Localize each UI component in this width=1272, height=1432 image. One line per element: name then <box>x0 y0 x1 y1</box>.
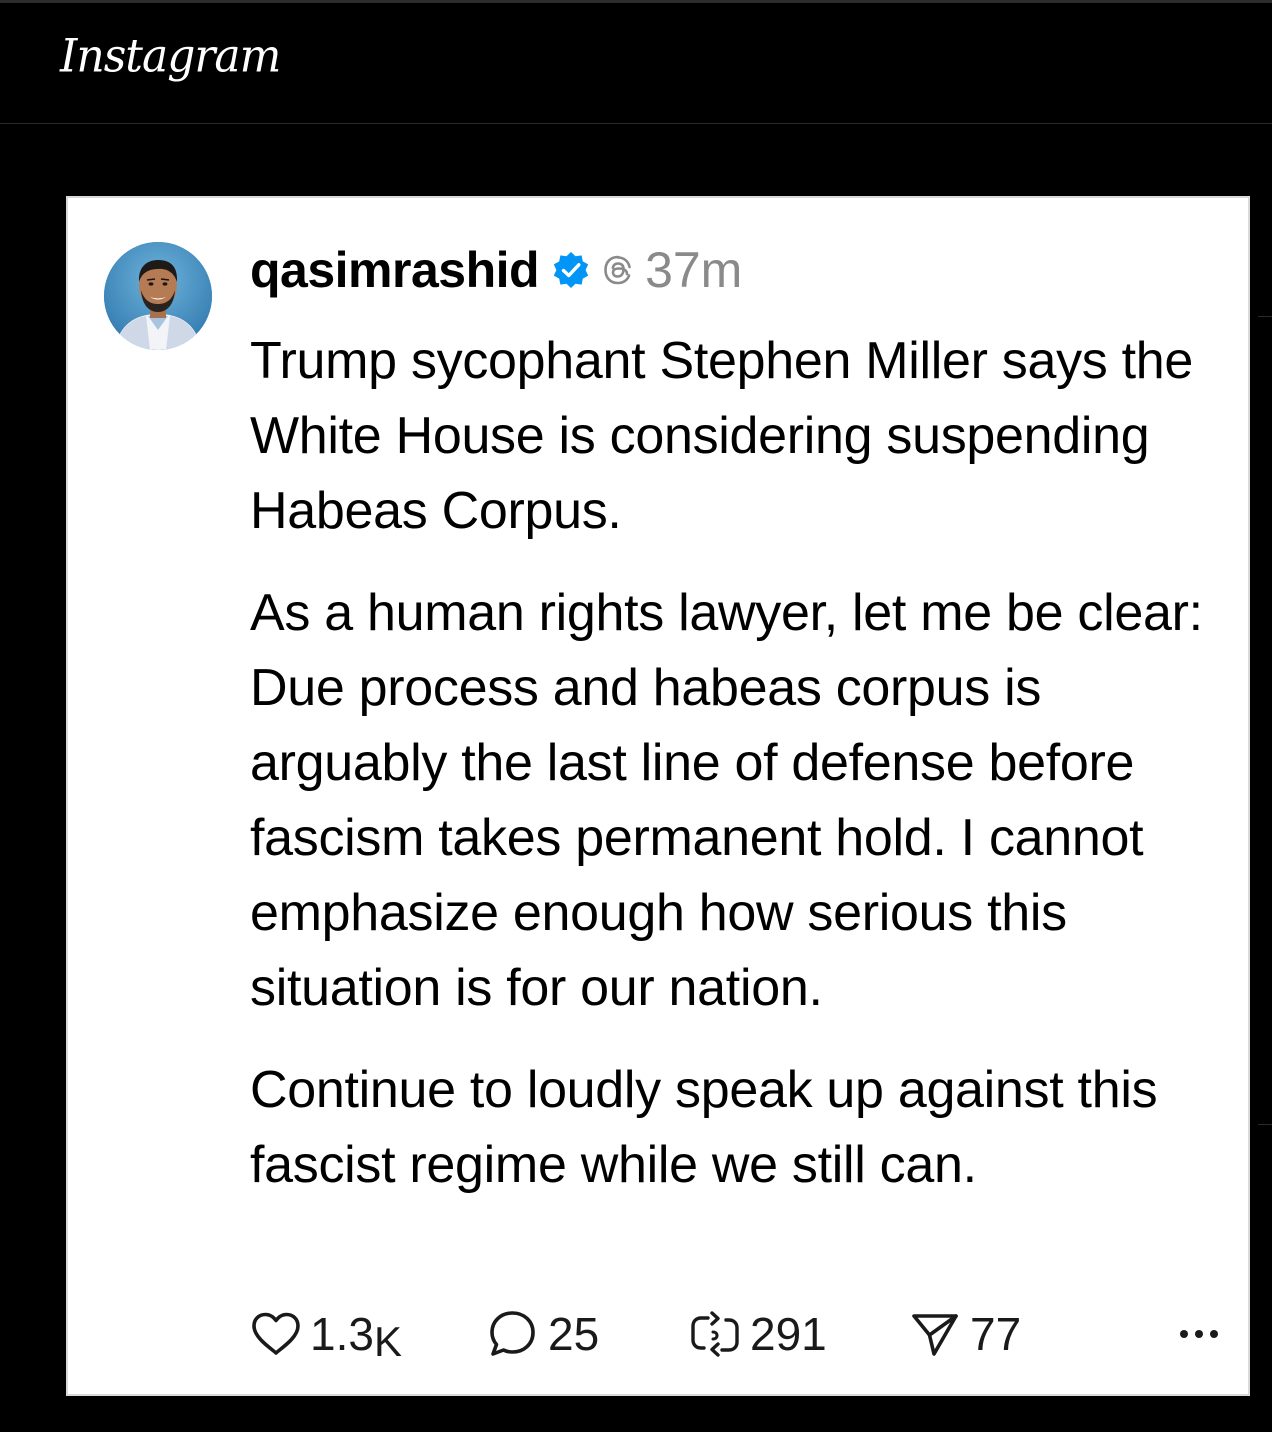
send-icon <box>912 1314 958 1356</box>
avatar[interactable] <box>104 242 212 350</box>
repost-count: 291 <box>750 1308 827 1360</box>
post-timestamp: 37m <box>645 242 743 298</box>
threads-post-card: qasimrashid 37m Trump sycophant Stephen … <box>66 196 1250 1396</box>
post-body: Trump sycophant Stephen Miller says the … <box>250 324 1230 1203</box>
post-paragraph: As a human rights lawyer, let me be clea… <box>250 584 1203 1017</box>
divider <box>1258 316 1272 317</box>
post-header: qasimrashid 37m <box>250 242 742 298</box>
heart-icon <box>252 1312 300 1355</box>
repost-icon <box>691 1311 739 1357</box>
avatar-photo <box>104 242 212 350</box>
like-count-number: 1.3 <box>310 1308 374 1360</box>
comment-button[interactable]: 25 <box>488 1304 599 1364</box>
instagram-logo[interactable]: Instagram <box>60 33 281 80</box>
post-paragraph: Trump sycophant Stephen Miller says the … <box>250 332 1194 540</box>
share-button[interactable]: 77 <box>908 1304 1021 1364</box>
post-paragraph: Continue to loudly speak up against this… <box>250 1061 1158 1194</box>
comment-count: 25 <box>548 1308 600 1360</box>
repost-button[interactable]: 291 <box>688 1304 827 1364</box>
divider <box>1258 1124 1272 1125</box>
share-count: 77 <box>970 1308 1022 1360</box>
like-button[interactable]: 1.3K <box>250 1304 402 1365</box>
username[interactable]: qasimrashid <box>250 241 540 299</box>
verified-badge-icon <box>551 250 591 290</box>
ellipsis-icon <box>1180 1330 1218 1338</box>
more-options-button[interactable] <box>1178 1304 1220 1364</box>
threads-logo-icon <box>601 253 635 287</box>
like-count-unit: K <box>373 1318 402 1365</box>
post-action-bar: 1.3K 25 291 77 <box>250 1304 1218 1365</box>
like-count: 1.3K <box>310 1307 402 1365</box>
app-header: Instagram <box>0 3 1272 124</box>
speech-bubble-icon <box>490 1311 535 1356</box>
